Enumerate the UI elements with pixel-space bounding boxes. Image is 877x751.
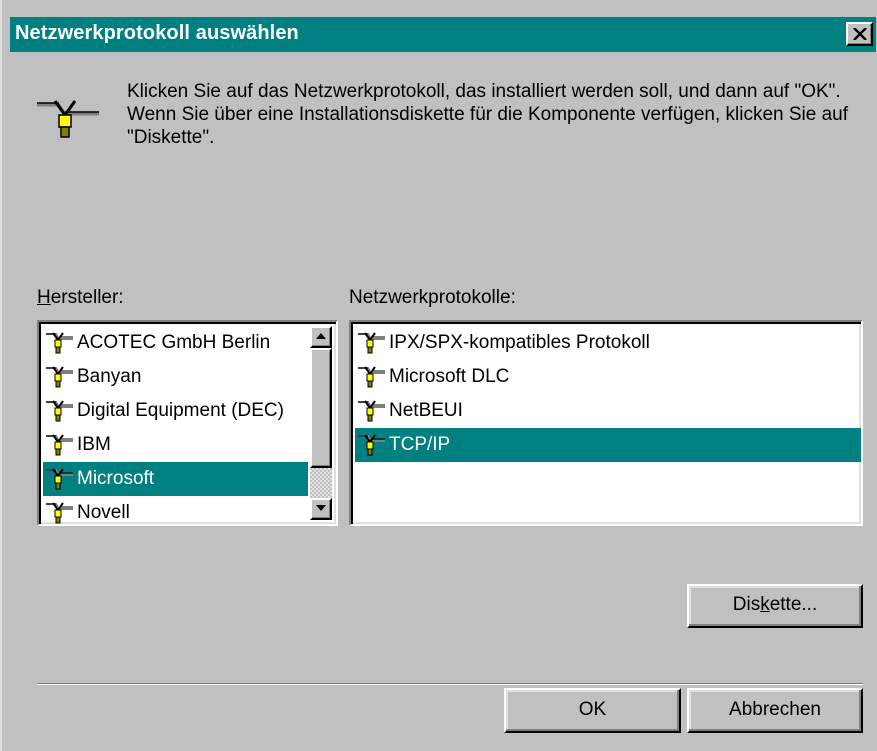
diskette-label-accel: k: [760, 594, 770, 615]
manufacturer-item[interactable]: Digital Equipment (DEC): [43, 394, 308, 428]
scroll-down-button[interactable]: [310, 498, 332, 520]
manufacturers-list: ACOTEC GmbH Berlin Banyan Digital Equipmen…: [43, 326, 308, 526]
network-protocol-icon: [45, 433, 75, 457]
manufacturer-item[interactable]: Microsoft: [43, 462, 308, 496]
manufacturer-item[interactable]: IBM: [43, 428, 308, 462]
network-protocol-icon: [45, 331, 75, 355]
network-protocol-icon: [357, 331, 387, 355]
network-protocol-icon: [45, 501, 75, 525]
dialog-title: Netzwerkprotokoll auswählen: [15, 22, 299, 44]
instruction-text: Klicken Sie auf das Netzwerkprotokoll, d…: [127, 81, 849, 148]
cancel-button[interactable]: Abbrechen: [687, 688, 863, 733]
manufacturer-item-label: Microsoft: [77, 468, 155, 489]
title-bar[interactable]: Netzwerkprotokoll auswählen: [10, 17, 876, 52]
manufacturers-scrollbar[interactable]: [310, 326, 332, 520]
manufacturer-item-label: Banyan: [77, 366, 142, 387]
manufacturer-item-label: ACOTEC GmbH Berlin: [77, 332, 271, 353]
ok-label: OK: [578, 699, 607, 720]
arrow-down-icon: [316, 505, 326, 511]
protocols-label: Netzwerkprotokolle:: [349, 287, 516, 308]
scroll-up-button[interactable]: [310, 326, 332, 348]
protocol-item[interactable]: TCP/IP: [355, 428, 861, 462]
protocol-item-label: NetBEUI: [389, 400, 463, 421]
separator: [37, 683, 863, 685]
diskette-button[interactable]: Diskette...: [687, 584, 863, 628]
close-button[interactable]: [846, 22, 873, 46]
cancel-label: Abbrechen: [729, 699, 821, 720]
protocols-list: IPX/SPX-kompatibles Protokoll Microsoft D…: [355, 326, 861, 462]
manufacturers-listbox[interactable]: ACOTEC GmbH Berlin Banyan Digital Equipmen…: [37, 320, 338, 526]
diskette-label-prefix: Dis: [732, 594, 761, 615]
manufacturer-item-label: Novell: [77, 502, 130, 523]
protocol-item[interactable]: Microsoft DLC: [355, 360, 861, 394]
protocol-item[interactable]: NetBEUI: [355, 394, 861, 428]
manufacturers-label-accel: H: [37, 287, 51, 308]
network-protocol-icon: [357, 365, 387, 389]
protocol-item-label: TCP/IP: [389, 434, 451, 455]
manufacturers-label: Hersteller:: [37, 287, 124, 309]
network-protocol-icon: [45, 365, 75, 389]
diskette-label: Diskette...: [733, 586, 817, 624]
network-protocol-icon: [37, 100, 99, 138]
manufacturer-item[interactable]: Banyan: [43, 360, 308, 394]
ok-button[interactable]: OK: [504, 688, 681, 733]
manufacturer-item-label: IBM: [77, 434, 111, 455]
arrow-up-icon: [316, 333, 326, 339]
protocol-item[interactable]: IPX/SPX-kompatibles Protokoll: [355, 326, 861, 360]
close-icon: [853, 28, 867, 40]
manufacturers-label-rest: ersteller:: [50, 287, 124, 308]
network-protocol-dialog: Netzwerkprotokoll auswählen Klicken Sie …: [0, 0, 877, 751]
network-protocol-icon: [357, 399, 387, 423]
network-protocol-icon: [357, 433, 387, 457]
protocols-listbox[interactable]: IPX/SPX-kompatibles Protokoll Microsoft D…: [349, 320, 863, 526]
manufacturer-item[interactable]: Novell: [43, 496, 308, 526]
protocol-item-label: Microsoft DLC: [389, 366, 510, 387]
scroll-thumb[interactable]: [310, 348, 332, 468]
protocol-item-label: IPX/SPX-kompatibles Protokoll: [389, 332, 650, 353]
manufacturer-item-label: Digital Equipment (DEC): [77, 400, 284, 421]
network-protocol-icon: [45, 467, 75, 491]
network-protocol-icon: [45, 399, 75, 423]
manufacturer-item[interactable]: ACOTEC GmbH Berlin: [43, 326, 308, 360]
diskette-label-rest: ette...: [769, 594, 818, 615]
